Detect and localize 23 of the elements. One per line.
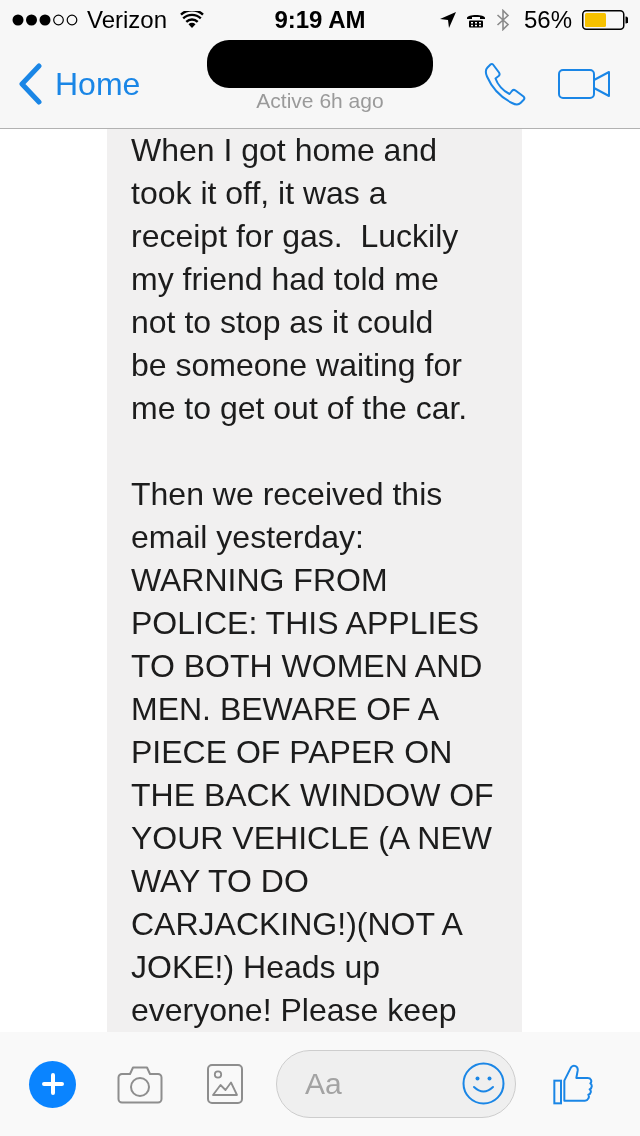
wifi-icon [180, 11, 205, 29]
battery-percentage: 56% [523, 8, 572, 32]
activity-status: Active 6h ago [256, 89, 384, 113]
image-icon[interactable] [207, 1064, 243, 1104]
camera-icon[interactable] [117, 1064, 163, 1104]
signal-dots-icon [12, 14, 78, 26]
smiley-icon[interactable] [462, 1062, 505, 1105]
message-paragraph: Then we received this email yesterday: WARNING FROM POLICE: THIS APPLIES TO BOTH WOMEN AND MEN. BEWARE OF A PIECE OF PAPER ON THE BACK WINDOW OF YOUR VEHICLE (A NEW WAY TO DO CARJACKING!)(NOT A JOKE!) Heads up everyone! Please keep [131, 475, 495, 1030]
add-button[interactable] [29, 1060, 76, 1108]
tty-icon [465, 12, 486, 28]
message-input[interactable]: Aa [276, 1050, 516, 1118]
location-arrow-icon [439, 12, 456, 28]
back-button[interactable]: Home [17, 63, 141, 105]
thumbs-up-icon[interactable] [553, 1063, 593, 1105]
phone-icon[interactable] [484, 62, 526, 106]
bluetooth-icon [495, 9, 510, 31]
battery-icon [582, 10, 628, 30]
chevron-left-icon [17, 63, 43, 105]
message-paragraph: When I got home and took it off, it was a receipt for gas. Luckily my friend had told me not to stop as it could be someone waiting for me to get out of the car. [131, 131, 469, 428]
plus-icon [41, 1073, 64, 1095]
carrier-name: Verizon [87, 8, 168, 32]
clock-time: 9:19 AM [274, 8, 366, 32]
video-camera-icon[interactable] [558, 69, 610, 99]
